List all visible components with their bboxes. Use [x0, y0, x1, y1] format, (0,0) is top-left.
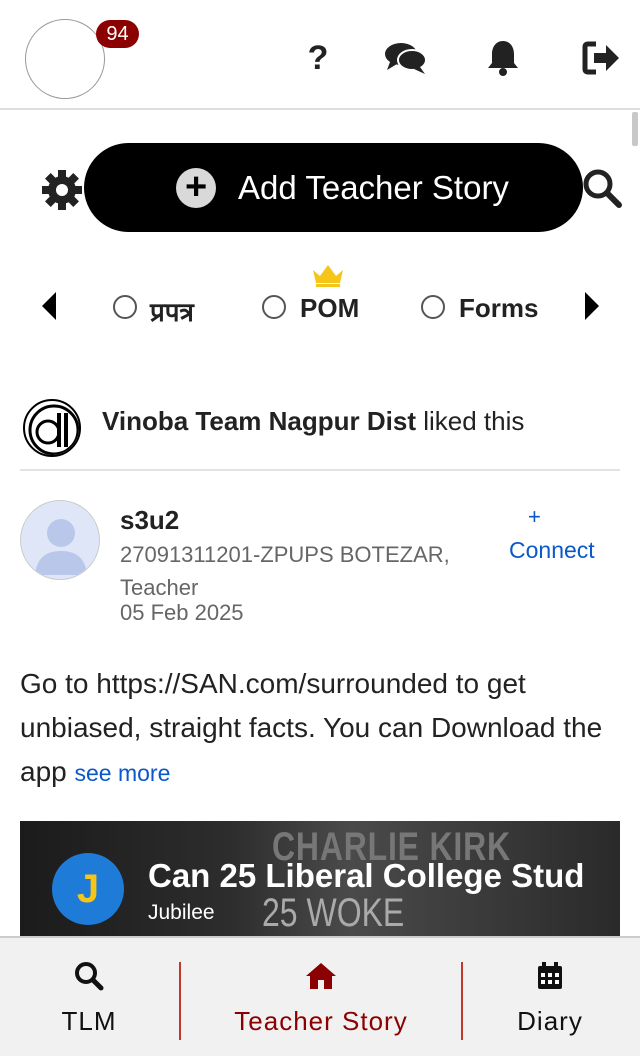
- filter-prev-arrow-icon[interactable]: [42, 292, 56, 320]
- liked-activity-line: Vinoba Team Nagpur Dist liked this: [102, 406, 524, 437]
- filter-radio-prapatra[interactable]: [113, 295, 137, 319]
- nav-separator: [461, 962, 463, 1040]
- connect-button[interactable]: Connect: [509, 537, 595, 564]
- filter-label-prapatra: प्रपत्र: [150, 297, 194, 327]
- nav-item-tlm[interactable]: TLM: [30, 938, 148, 1056]
- nav-item-diary[interactable]: Diary: [490, 938, 610, 1056]
- filter-radio-forms[interactable]: [421, 295, 445, 319]
- liker-name[interactable]: Vinoba Team Nagpur Dist: [102, 406, 416, 436]
- divider: [20, 469, 620, 471]
- channel-logo-icon: J: [52, 853, 124, 925]
- plus-circle-icon: +: [176, 167, 217, 208]
- calendar-icon: [536, 960, 564, 992]
- thumbnail-background-text-2: 25 WOKE STUDENTS: [262, 891, 434, 941]
- home-icon: [304, 960, 338, 992]
- author-name[interactable]: s3u2: [120, 505, 179, 536]
- settings-gear-icon[interactable]: [40, 168, 84, 212]
- logout-icon[interactable]: [580, 38, 624, 78]
- video-title: Can 25 Liberal College Stud: [148, 857, 585, 894]
- chat-icon[interactable]: [384, 38, 428, 78]
- post-date: 05 Feb 2025: [120, 600, 244, 625]
- add-story-label: Add Teacher Story: [238, 168, 509, 206]
- notification-count-badge: 94: [96, 20, 139, 48]
- bottom-navigation: TLM Teacher Story Diary: [0, 936, 640, 1056]
- nav-separator: [179, 962, 181, 1040]
- author-subtitle: 27091311201-ZPUPS BOTEZAR, Teacher: [120, 542, 450, 600]
- channel-name: Jubilee: [148, 901, 215, 924]
- crown-icon: [311, 262, 345, 293]
- add-teacher-story-button[interactable]: + Add Teacher Story: [84, 143, 583, 232]
- nav-item-teacher-story[interactable]: Teacher Story: [182, 938, 460, 1056]
- nav-label-teacher-story: Teacher Story: [234, 1006, 408, 1036]
- top-header: 94 ?: [0, 0, 640, 110]
- profile-avatar[interactable]: [25, 19, 105, 99]
- nav-label-diary: Diary: [517, 1006, 583, 1036]
- see-more-link[interactable]: see more: [75, 760, 171, 786]
- filter-next-arrow-icon[interactable]: [585, 292, 599, 320]
- liker-avatar[interactable]: [23, 399, 81, 457]
- scrollbar-thumb[interactable]: [632, 112, 638, 146]
- filter-radio-pom[interactable]: [262, 295, 286, 319]
- liked-action-text: liked this: [423, 406, 525, 436]
- filter-label-pom: POM: [300, 293, 360, 323]
- author-avatar[interactable]: [20, 500, 100, 580]
- search-icon: [74, 960, 104, 992]
- connect-plus-icon[interactable]: +: [528, 504, 541, 530]
- bell-icon[interactable]: [481, 38, 525, 78]
- nav-label-tlm: TLM: [61, 1006, 117, 1036]
- post-body: Go to https://SAN.com/surrounded to get …: [20, 662, 620, 795]
- video-thumbnail[interactable]: CHARLIE KIRK 25 WOKE STUDENTS J Can 25 L…: [20, 821, 620, 941]
- search-icon[interactable]: [581, 168, 625, 208]
- filter-label-forms: Forms: [459, 293, 539, 323]
- help-icon[interactable]: ?: [296, 38, 340, 78]
